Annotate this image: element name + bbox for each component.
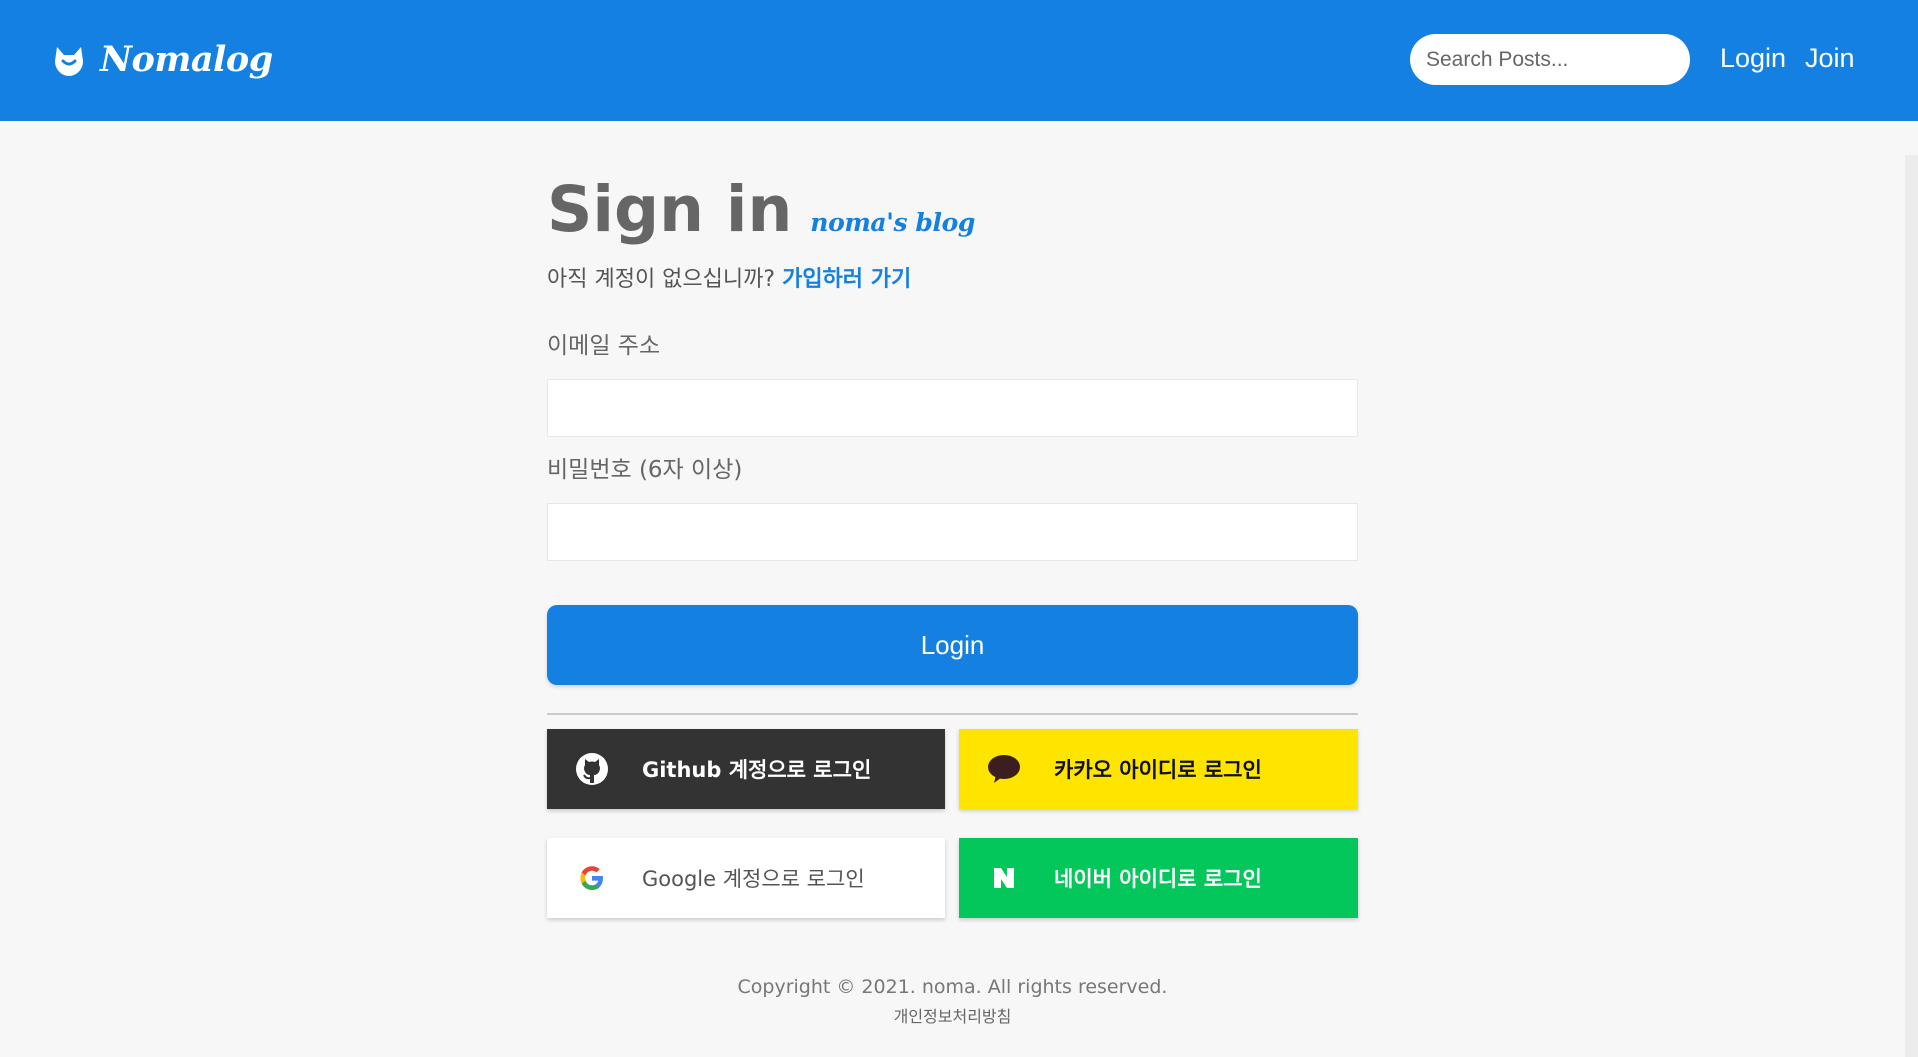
nav-login-link[interactable]: Login [1720, 40, 1786, 76]
divider [547, 713, 1358, 715]
no-account-text: 아직 계정이 없으십니까? [547, 267, 776, 292]
footer: Copyright © 2021. noma. All rights reser… [547, 974, 1358, 1028]
github-icon [575, 752, 609, 786]
title-row: Sign in noma's blog [547, 170, 1358, 250]
top-navigation-bar: Nomalog Login Join [0, 0, 1918, 121]
signup-prompt: 아직 계정이 없으십니까? 가입하러 가기 [547, 265, 1358, 295]
kakao-login-label: 카카오 아이디로 로그인 [1054, 758, 1262, 782]
github-login-label: Github 계정으로 로그인 [642, 758, 872, 782]
kakao-login-button[interactable]: 카카오 아이디로 로그인 [959, 729, 1358, 809]
google-g-icon [575, 861, 609, 895]
password-input[interactable] [547, 503, 1358, 561]
google-login-label: Google 계정으로 로그인 [642, 867, 865, 891]
privacy-policy-link[interactable]: 개인정보처리방침 [547, 1006, 1358, 1028]
scrollbar-track[interactable] [1905, 155, 1918, 1057]
search-posts-input[interactable] [1410, 34, 1690, 85]
naver-login-label: 네이버 아이디로 로그인 [1054, 867, 1262, 891]
blog-subtitle: noma's blog [810, 208, 975, 237]
naver-n-icon [987, 861, 1021, 895]
signup-link[interactable]: 가입하러 가기 [782, 267, 911, 292]
brand-logo[interactable]: Nomalog [50, 36, 273, 84]
social-login-buttons: Github 계정으로 로그인 카카오 아이디로 로그인 Google 계정으로… [547, 729, 1358, 918]
password-label: 비밀번호 (6자 이상) [547, 457, 743, 483]
email-label: 이메일 주소 [547, 333, 661, 359]
copyright-text: Copyright © 2021. noma. All rights reser… [737, 976, 1168, 998]
speech-bubble-icon [987, 752, 1021, 786]
nav-join-link[interactable]: Join [1805, 40, 1855, 76]
naver-login-button[interactable]: 네이버 아이디로 로그인 [959, 838, 1358, 918]
signin-form: Sign in noma's blog 아직 계정이 없으십니까? 가입하러 가… [547, 170, 1358, 918]
email-input[interactable] [547, 379, 1358, 437]
cat-face-icon [55, 47, 83, 76]
github-login-button[interactable]: Github 계정으로 로그인 [547, 729, 945, 809]
brand-name: Nomalog [100, 39, 273, 80]
login-button[interactable]: Login [547, 605, 1358, 685]
google-login-button[interactable]: Google 계정으로 로그인 [547, 838, 945, 918]
page-title: Sign in [547, 173, 793, 246]
